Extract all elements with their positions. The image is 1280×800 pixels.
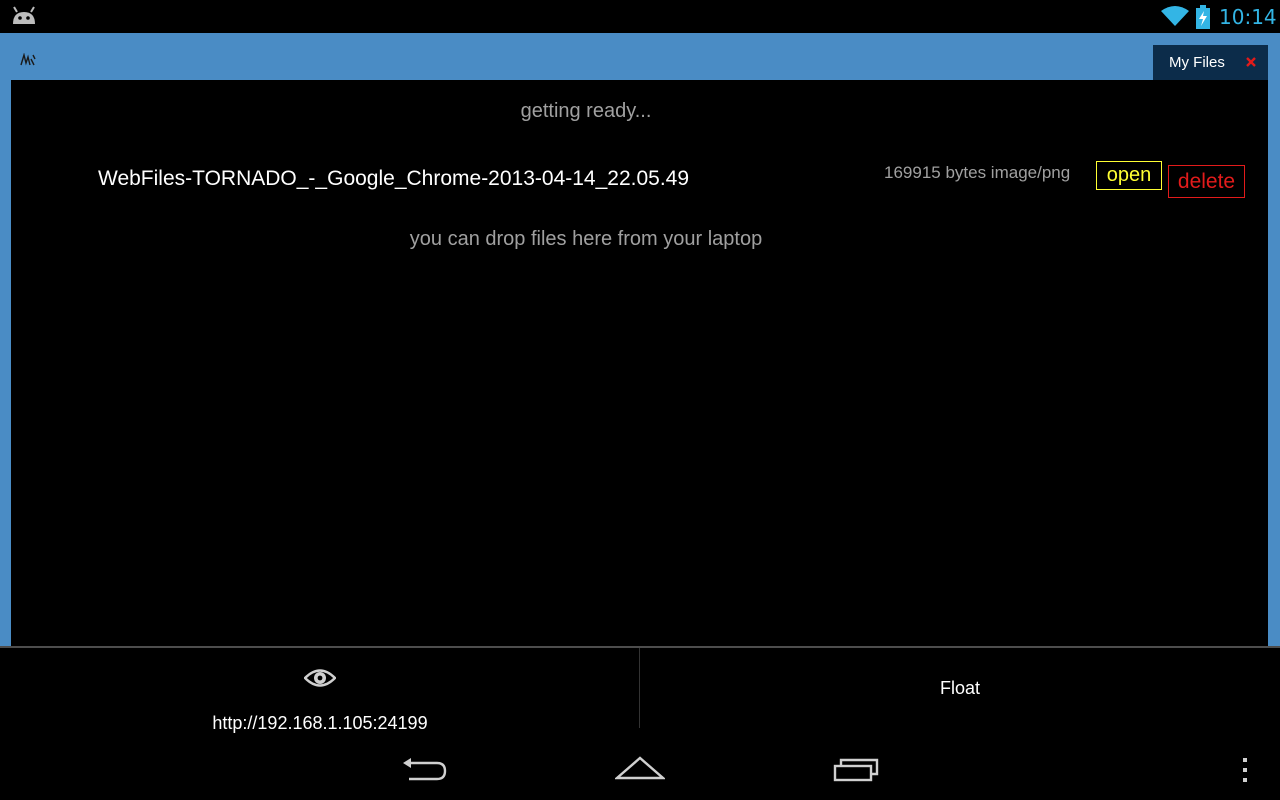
action-bar: http://192.168.1.105:24199 Float bbox=[0, 646, 1280, 733]
android-icon bbox=[13, 6, 35, 24]
close-icon[interactable] bbox=[1243, 54, 1259, 70]
wifi-icon bbox=[1161, 6, 1189, 26]
status-clock: 10:14 bbox=[1219, 5, 1277, 29]
content-panel: getting ready... WebFiles-TORNADO_-_Goog… bbox=[11, 80, 1268, 646]
server-url: http://192.168.1.105:24199 bbox=[212, 713, 428, 733]
file-row: WebFiles-TORNADO_-_Google_Chrome-2013-04… bbox=[11, 158, 1268, 202]
recents-icon[interactable] bbox=[833, 756, 881, 784]
nav-bar bbox=[0, 738, 1280, 800]
float-button[interactable]: Float bbox=[640, 648, 1280, 728]
status-bar: 10:14 bbox=[0, 0, 1280, 33]
app-logo-icon bbox=[20, 53, 36, 66]
drop-zone-hint[interactable]: you can drop files here from your laptop bbox=[11, 228, 1161, 251]
file-name: WebFiles-TORNADO_-_Google_Chrome-2013-04… bbox=[98, 167, 690, 190]
file-meta: 169915 bytes image/png bbox=[884, 163, 1071, 182]
eye-icon bbox=[304, 669, 336, 687]
overflow-menu-icon[interactable] bbox=[1238, 756, 1252, 784]
battery-charging-icon bbox=[1196, 5, 1210, 29]
home-icon[interactable] bbox=[615, 756, 665, 784]
loading-status: getting ready... bbox=[520, 100, 652, 122]
open-button[interactable]: open bbox=[1096, 161, 1162, 190]
back-icon[interactable] bbox=[401, 756, 447, 786]
tab-my-files[interactable]: My Files bbox=[1153, 45, 1268, 80]
delete-button[interactable]: delete bbox=[1168, 165, 1245, 198]
tab-label: My Files bbox=[1169, 54, 1225, 71]
view-in-browser-button[interactable]: http://192.168.1.105:24199 bbox=[0, 648, 639, 733]
